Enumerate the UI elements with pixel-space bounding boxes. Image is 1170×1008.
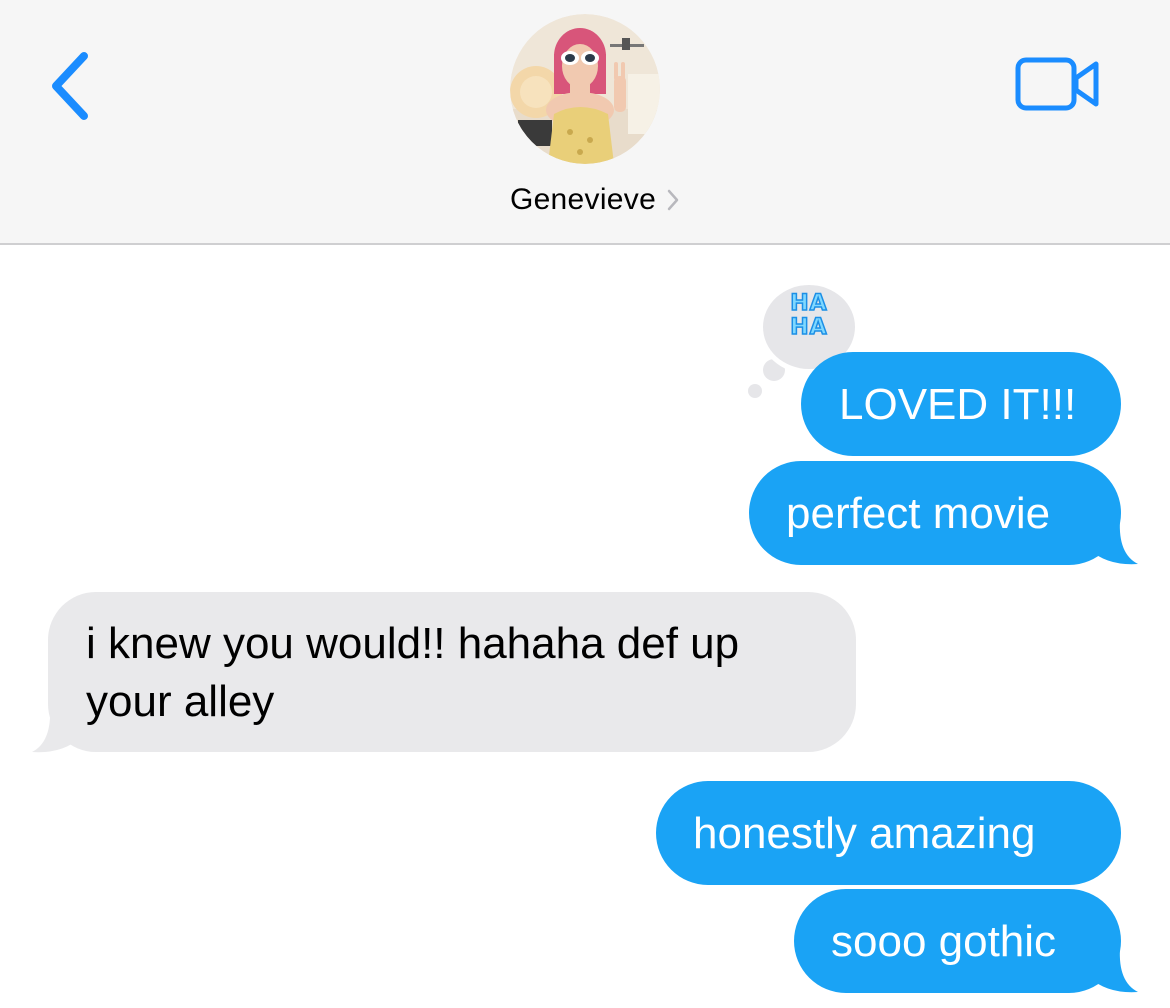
sent-message-bubble[interactable]: LOVED IT!!! [801, 352, 1121, 456]
tapback-label-line2: HA [790, 315, 828, 341]
video-camera-icon [1015, 57, 1099, 111]
sent-message-bubble[interactable]: perfect movie [749, 461, 1121, 565]
bubble-tail [32, 706, 80, 753]
sent-message-bubble[interactable]: sooo gothic [794, 889, 1121, 993]
message-text-line2: your alley [86, 677, 275, 726]
sent-message-bubble[interactable]: honestly amazing [656, 781, 1121, 885]
received-message-bubble[interactable]: i knew you would!! hahaha def up your al… [48, 592, 856, 752]
conversation-header: Genevieve [0, 0, 1170, 245]
haha-reaction-icon: HA HA [779, 291, 839, 341]
video-call-button[interactable] [1014, 54, 1102, 114]
message-text: honestly amazing [693, 809, 1036, 858]
message-text: sooo gothic [831, 917, 1057, 966]
contact-avatar[interactable] [510, 14, 660, 164]
contact-details-button[interactable]: Genevieve [0, 176, 1170, 224]
chevron-left-icon [52, 52, 88, 120]
chevron-right-icon [667, 189, 679, 211]
message-text: perfect movie [786, 489, 1051, 538]
bubble-tail [1090, 520, 1138, 565]
tapback-dot-small [748, 384, 762, 398]
bubble-tail [1090, 948, 1138, 993]
message-text: LOVED IT!!! [839, 380, 1077, 429]
avatar-photo [510, 14, 660, 164]
back-button[interactable] [44, 48, 100, 124]
message-text-line1: i knew you would!! hahaha def up [86, 619, 740, 668]
tapback-label-line1: HA [790, 291, 828, 317]
contact-name: Genevieve [509, 183, 657, 216]
